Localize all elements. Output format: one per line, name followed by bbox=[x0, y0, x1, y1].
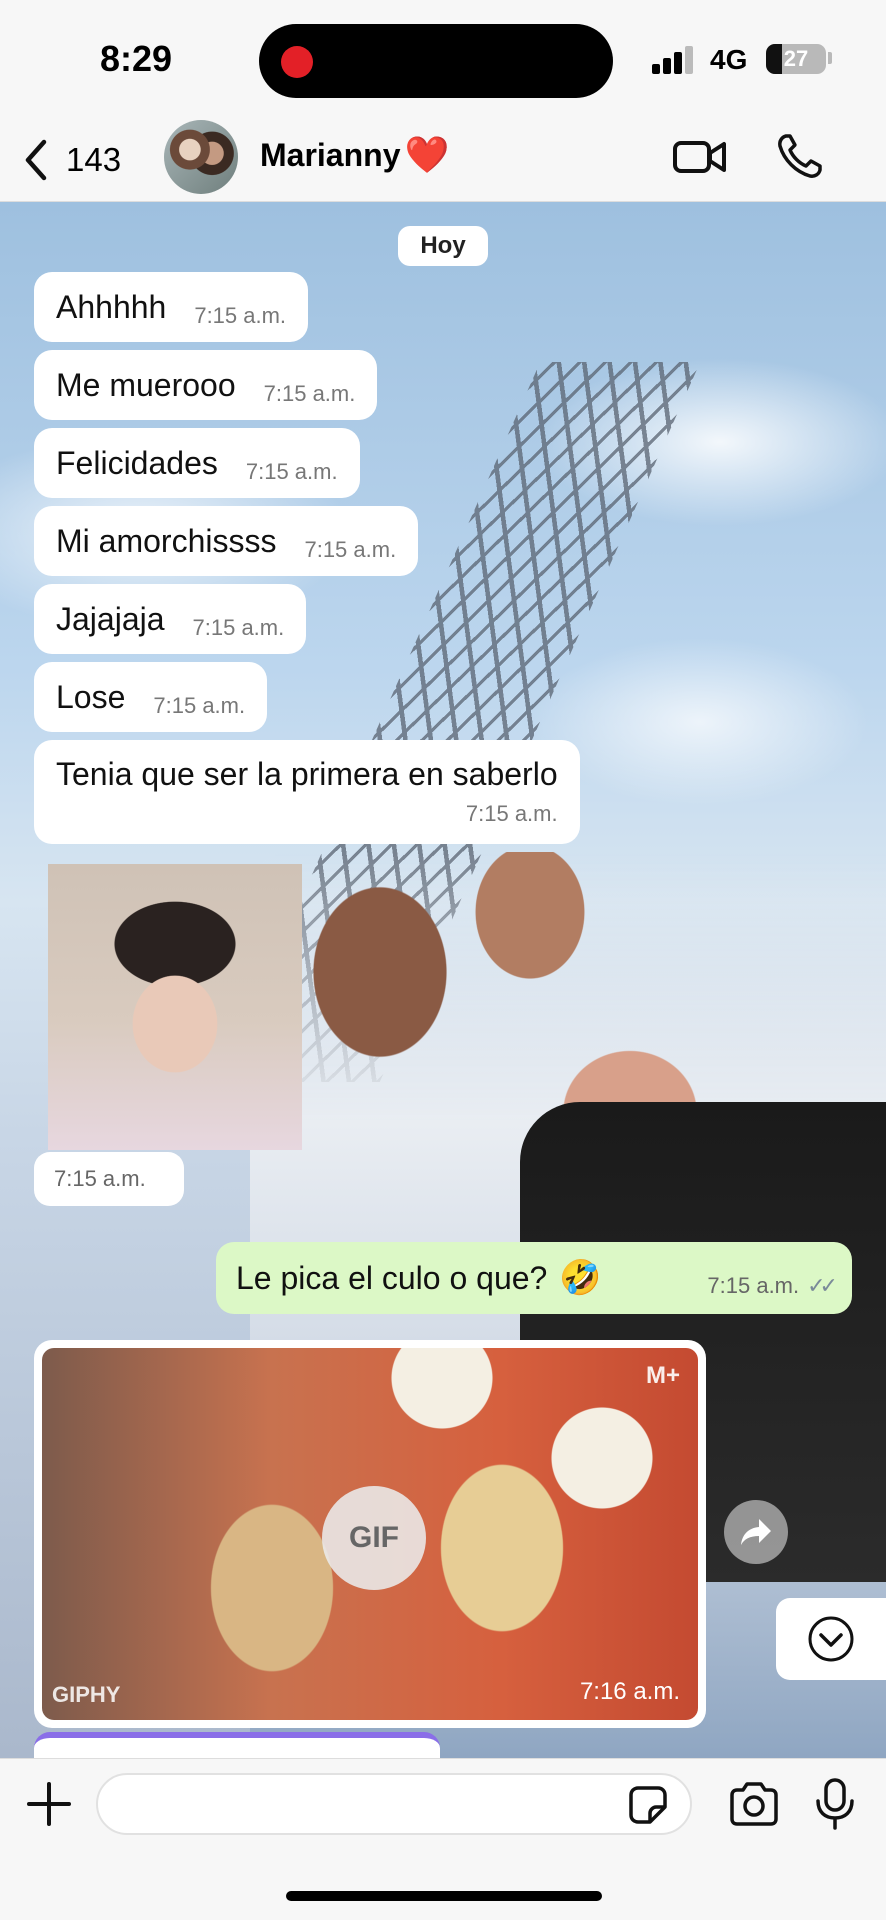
camera-button[interactable] bbox=[728, 1781, 780, 1827]
message-time: 7:15 a.m. bbox=[192, 615, 285, 640]
gif-message[interactable]: M+ GIF GIPHY 7:16 a.m. bbox=[34, 1340, 706, 1728]
gif-media[interactable]: M+ GIF GIPHY 7:16 a.m. bbox=[42, 1348, 698, 1720]
home-indicator bbox=[286, 1891, 602, 1901]
giphy-watermark: GIPHY bbox=[52, 1682, 121, 1707]
sticker-button[interactable] bbox=[628, 1785, 668, 1825]
message-text: Jajajaja bbox=[56, 600, 165, 637]
message-time: 7:15 a.m. bbox=[707, 1273, 800, 1298]
message-text: Tenia que ser la primera en saberlo bbox=[56, 756, 558, 792]
microphone-button[interactable] bbox=[814, 1777, 856, 1831]
message-meta: 7:15 a.m. ✓✓ bbox=[707, 1273, 838, 1299]
read-receipt-icon: ✓✓ bbox=[807, 1273, 838, 1298]
outgoing-message-bubble[interactable]: Le pica el culo o que? 🤣 7:15 a.m. ✓✓ bbox=[216, 1242, 852, 1314]
message-bubble[interactable]: Felicidades 7:15 a.m. bbox=[34, 428, 360, 498]
contact-name-text: Marianny bbox=[260, 136, 401, 173]
input-bar bbox=[0, 1758, 886, 1920]
message-time: 7:16 a.m. bbox=[579, 1678, 680, 1705]
date-separator: Hoy bbox=[398, 226, 488, 266]
contact-name[interactable]: Marianny ❤️ bbox=[260, 134, 449, 176]
sticker-image[interactable] bbox=[48, 864, 302, 1150]
contact-avatar[interactable] bbox=[164, 120, 238, 194]
message-bubble[interactable]: Mi amorchissss 7:15 a.m. bbox=[34, 506, 419, 576]
dynamic-island bbox=[259, 24, 613, 98]
message-text: Me muerooo bbox=[56, 366, 236, 403]
message-bubble[interactable]: Ahhhhh 7:15 a.m. bbox=[34, 272, 309, 342]
signal-icon bbox=[652, 46, 696, 74]
message-time: 7:15 a.m. bbox=[263, 381, 356, 406]
message-bubble[interactable]: Tenia que ser la primera en saberlo 7:15… bbox=[34, 740, 580, 844]
chat-header: 143 Marianny ❤️ bbox=[0, 120, 886, 202]
gif-play-button[interactable]: GIF bbox=[322, 1486, 426, 1590]
message-time: 7:15 a.m. bbox=[465, 801, 558, 826]
message-time: 7:15 a.m. bbox=[194, 303, 287, 328]
back-button[interactable]: 143 bbox=[22, 130, 121, 190]
battery-tip bbox=[828, 52, 832, 64]
voice-call-button[interactable] bbox=[776, 132, 824, 180]
partial-message-bubble[interactable] bbox=[34, 1732, 440, 1758]
message-bubble[interactable]: Lose 7:15 a.m. bbox=[34, 662, 268, 732]
unread-count: 143 bbox=[66, 141, 122, 178]
status-time: 8:29 bbox=[100, 38, 173, 79]
scroll-to-bottom-button[interactable] bbox=[776, 1598, 886, 1680]
chevron-left-icon bbox=[25, 139, 47, 181]
chevron-down-icon bbox=[808, 1616, 854, 1662]
message-time: 7:15 a.m. bbox=[245, 459, 338, 484]
message-text: Mi amorchissss bbox=[56, 522, 277, 559]
forward-icon bbox=[741, 1519, 771, 1545]
laughing-emoji: 🤣 bbox=[559, 1259, 602, 1297]
network-type: 4G bbox=[710, 44, 748, 75]
status-bar: 8:29 4G 27 bbox=[0, 0, 886, 120]
attach-button[interactable] bbox=[26, 1781, 72, 1827]
message-text: Ahhhhh bbox=[56, 288, 167, 325]
battery-icon: 27 bbox=[766, 44, 826, 74]
message-bubble[interactable]: Me muerooo 7:15 a.m. bbox=[34, 350, 378, 420]
forward-button[interactable] bbox=[724, 1500, 788, 1564]
message-text: Le pica el culo o que? bbox=[236, 1259, 548, 1296]
message-text: Felicidades bbox=[56, 444, 218, 481]
sticker-time: 7:15 a.m. bbox=[34, 1152, 184, 1206]
chat-area[interactable]: Hoy Ahhhhh 7:15 a.m. Me muerooo 7:15 a.m… bbox=[0, 202, 886, 1758]
heart-emoji: ❤️ bbox=[404, 134, 450, 175]
message-bubble[interactable]: Jajajaja 7:15 a.m. bbox=[34, 584, 307, 654]
message-time: 7:15 a.m. bbox=[304, 537, 397, 562]
recording-indicator-icon bbox=[281, 46, 313, 78]
message-text: Lose bbox=[56, 678, 126, 715]
message-input[interactable] bbox=[96, 1773, 692, 1835]
channel-brand: M+ bbox=[645, 1362, 680, 1389]
battery-level: 27 bbox=[783, 46, 809, 71]
video-call-button[interactable] bbox=[672, 134, 728, 180]
message-time: 7:15 a.m. bbox=[153, 693, 246, 718]
